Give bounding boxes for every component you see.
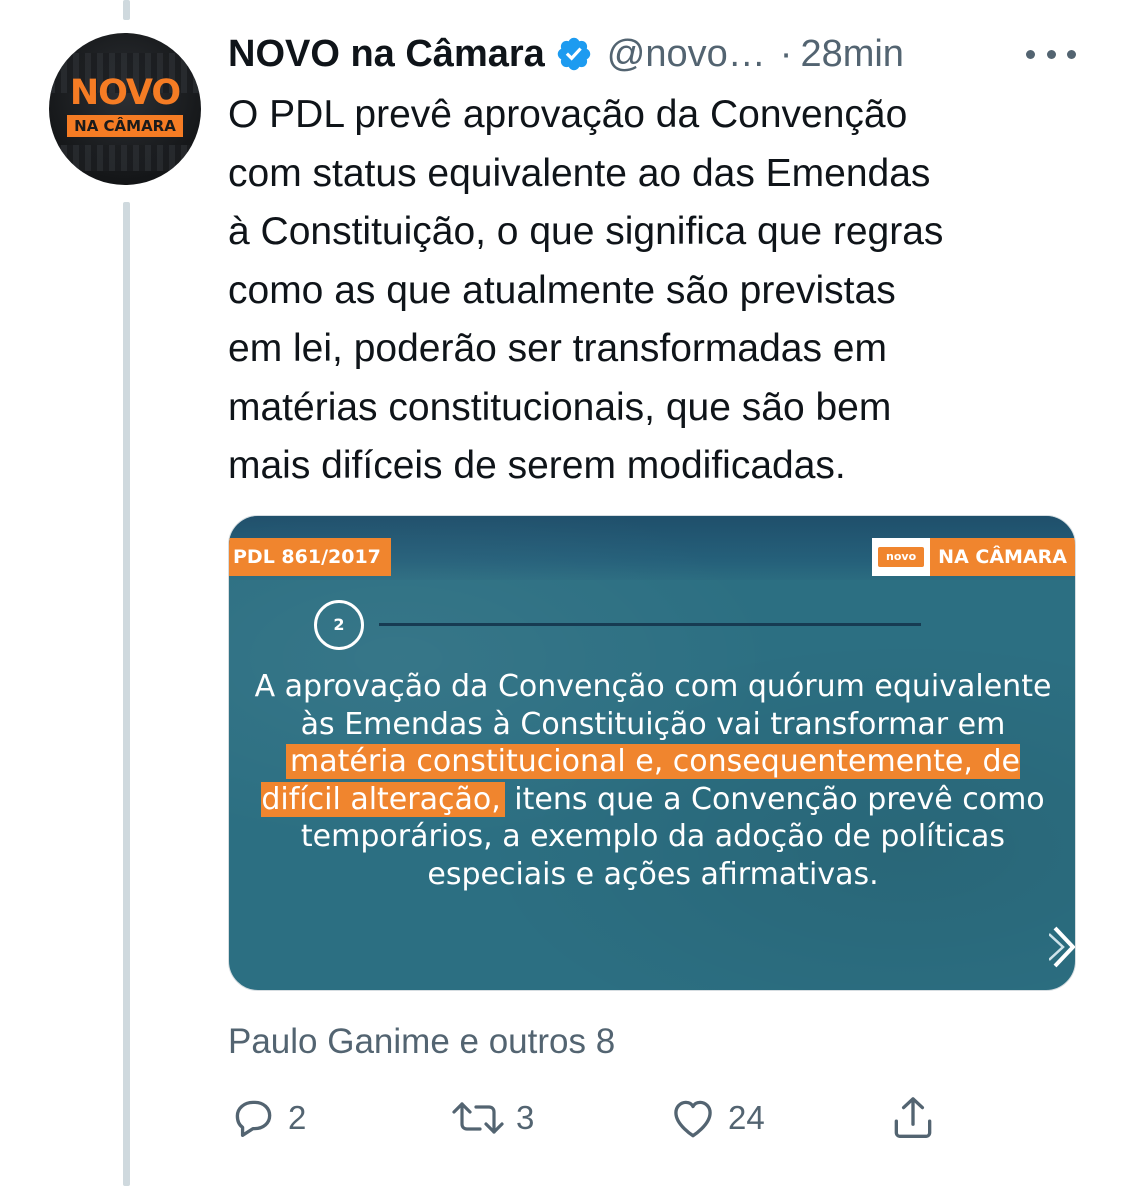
media-card-text: A aprovação da Convenção com quórum equi… [243,668,1063,893]
more-dot [1067,49,1076,59]
more-dot [1046,49,1056,59]
reply-button[interactable]: 2 [228,1090,306,1146]
share-icon [888,1093,938,1143]
avatar-background-lower [49,145,201,171]
like-button[interactable]: 24 [668,1090,765,1146]
heart-icon [668,1093,718,1143]
tweet-timestamp[interactable]: 28min [800,33,904,76]
media-text-before: A aprovação da Convenção com quórum equi… [254,669,1052,742]
more-dot [1026,49,1035,59]
avatar[interactable]: NOVO NA CÂMARA [49,33,201,185]
avatar-logo-bottom: NA CÂMARA [67,115,183,137]
tweet-media-image[interactable]: PDL 861/2017 novo NA CÂMARA 2 A aprovaçã… [228,515,1076,991]
retweet-button[interactable]: 3 [450,1090,534,1146]
retweet-icon [450,1093,506,1143]
tweet-text: O PDL prevê aprovação da Convenção com s… [228,93,944,487]
reply-icon [228,1093,278,1143]
chevron-right-icon[interactable] [1048,924,1075,970]
social-context[interactable]: Paulo Ganime e outros 8 [228,1018,615,1066]
more-icon[interactable] [1026,44,1076,64]
retweet-count: 3 [516,1099,535,1136]
thread-line-top [123,0,130,20]
share-button[interactable] [888,1090,938,1146]
media-pdl-tag: PDL 861/2017 [229,538,391,576]
media-brand-label: NA CÂMARA [930,538,1075,576]
media-brand-tag: novo NA CÂMARA [872,538,1075,576]
avatar-logo-top: NOVO [69,73,181,113]
author-name[interactable]: NOVO na Câmara [228,33,545,76]
media-step-divider [379,623,921,626]
thread-line-bottom [123,202,130,1186]
tweet-header: NOVO na Câmara @novo… · 28min [228,28,904,80]
media-step-number: 2 [314,600,364,650]
media-brand-small: novo [878,547,925,567]
author-handle[interactable]: @novo… [607,33,766,76]
header-separator: · [779,32,793,75]
tweet-actions: 2 3 24 [228,1090,988,1150]
verified-badge-icon [555,35,593,73]
like-count: 24 [728,1099,765,1136]
reply-count: 2 [288,1099,307,1136]
